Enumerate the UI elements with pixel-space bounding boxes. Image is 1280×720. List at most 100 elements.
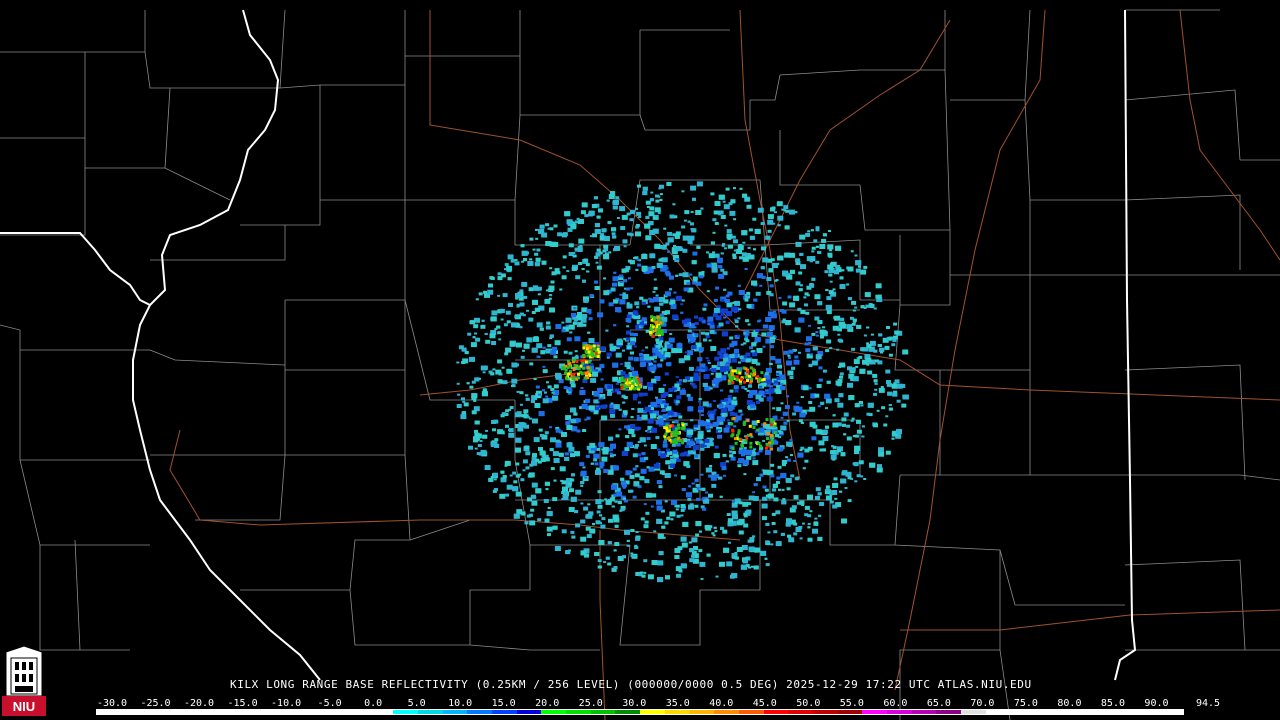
echo-pixel <box>695 533 700 537</box>
echo-pixel <box>694 315 698 319</box>
echo-pixel <box>633 257 637 259</box>
echo-pixel <box>605 556 610 560</box>
echo-pixel <box>762 516 767 521</box>
echo-cell-pixel <box>589 345 592 349</box>
echo-pixel <box>662 443 668 448</box>
echo-pixel <box>593 458 598 462</box>
echo-cell-pixel <box>727 381 731 385</box>
echo-pixel <box>697 434 704 439</box>
echo-pixel <box>727 395 732 398</box>
echo-cell-pixel <box>587 360 591 364</box>
echo-pixel <box>575 354 579 357</box>
echo-pixel <box>729 454 734 458</box>
echo-pixel <box>840 452 846 457</box>
echo-pixel <box>767 531 771 534</box>
echo-pixel <box>720 407 727 413</box>
echo-pixel <box>636 306 640 309</box>
echo-pixel <box>641 452 646 456</box>
echo-pixel <box>711 483 717 488</box>
echo-pixel <box>645 492 652 498</box>
echo-pixel <box>613 549 617 552</box>
echo-pixel <box>732 301 736 304</box>
radar-map[interactable] <box>0 0 1280 720</box>
legend-tick-label: 0.0 <box>364 698 383 709</box>
echo-pixel <box>706 251 710 254</box>
echo-cell-pixel <box>731 429 735 433</box>
echo-pixel <box>659 198 663 201</box>
echo-pixel <box>670 456 673 458</box>
echo-pixel <box>860 404 864 407</box>
echo-pixel <box>708 339 712 342</box>
legend-tick-label: 90.0 <box>1144 698 1169 709</box>
echo-pixel <box>822 436 829 441</box>
echo-pixel <box>599 395 603 398</box>
echo-pixel <box>837 338 842 342</box>
echo-pixel <box>477 444 482 447</box>
echo-pixel <box>487 289 494 295</box>
echo-cell-pixel <box>681 423 685 427</box>
echo-pixel <box>832 504 838 509</box>
echo-pixel <box>515 447 521 453</box>
echo-pixel <box>799 500 805 505</box>
echo-pixel <box>555 439 560 443</box>
echo-pixel <box>642 186 648 191</box>
echo-pixel <box>730 199 736 204</box>
echo-pixel <box>731 400 738 406</box>
echo-pixel <box>753 483 758 487</box>
echo-pixel <box>580 387 584 389</box>
echo-pixel <box>692 251 698 256</box>
echo-pixel <box>549 448 554 452</box>
echo-pixel <box>545 395 549 398</box>
echo-pixel <box>767 229 772 233</box>
echo-cell-pixel <box>746 379 749 382</box>
echo-pixel <box>839 490 843 493</box>
echo-pixel <box>815 429 822 435</box>
echo-pixel <box>474 447 478 450</box>
echo-pixel <box>812 259 816 262</box>
legend-color-cell <box>837 710 863 714</box>
echo-pixel <box>546 381 549 384</box>
echo-pixel <box>547 344 552 348</box>
echo-pixel <box>815 495 820 500</box>
echo-pixel <box>841 518 847 524</box>
echo-pixel <box>790 454 793 457</box>
echo-pixel <box>550 437 556 443</box>
echo-pixel <box>528 472 535 478</box>
echo-pixel <box>519 289 524 293</box>
echo-pixel <box>508 303 513 307</box>
echo-pixel <box>690 222 694 226</box>
echo-pixel <box>521 281 528 287</box>
echo-pixel <box>769 385 773 388</box>
echo-pixel <box>893 322 898 326</box>
echo-pixel <box>726 311 733 317</box>
echo-pixel <box>726 347 730 350</box>
echo-pixel <box>720 252 724 255</box>
echo-pixel <box>694 424 699 428</box>
echo-pixel <box>743 523 749 528</box>
echo-pixel <box>473 399 477 402</box>
echo-pixel <box>698 549 703 553</box>
echo-pixel <box>715 372 722 378</box>
echo-pixel <box>531 347 538 353</box>
echo-pixel <box>815 487 821 492</box>
echo-pixel <box>711 368 717 373</box>
echo-pixel <box>667 237 674 243</box>
echo-pixel <box>656 262 663 268</box>
echo-pixel <box>713 409 717 412</box>
echo-pixel <box>693 372 699 377</box>
echo-pixel <box>846 324 853 330</box>
echo-pixel <box>663 227 667 230</box>
echo-pixel <box>746 304 752 309</box>
echo-cell-pixel <box>576 376 580 380</box>
echo-pixel <box>624 425 629 429</box>
echo-pixel <box>697 357 703 362</box>
echo-pixel <box>760 266 765 270</box>
echo-pixel <box>858 265 861 268</box>
echo-pixel <box>696 181 703 187</box>
echo-pixel <box>891 437 895 440</box>
echo-cell-pixel <box>572 368 576 371</box>
echo-pixel <box>525 451 531 456</box>
echo-pixel <box>564 211 571 217</box>
echo-cell-pixel <box>756 375 760 379</box>
echo-pixel <box>607 391 612 396</box>
